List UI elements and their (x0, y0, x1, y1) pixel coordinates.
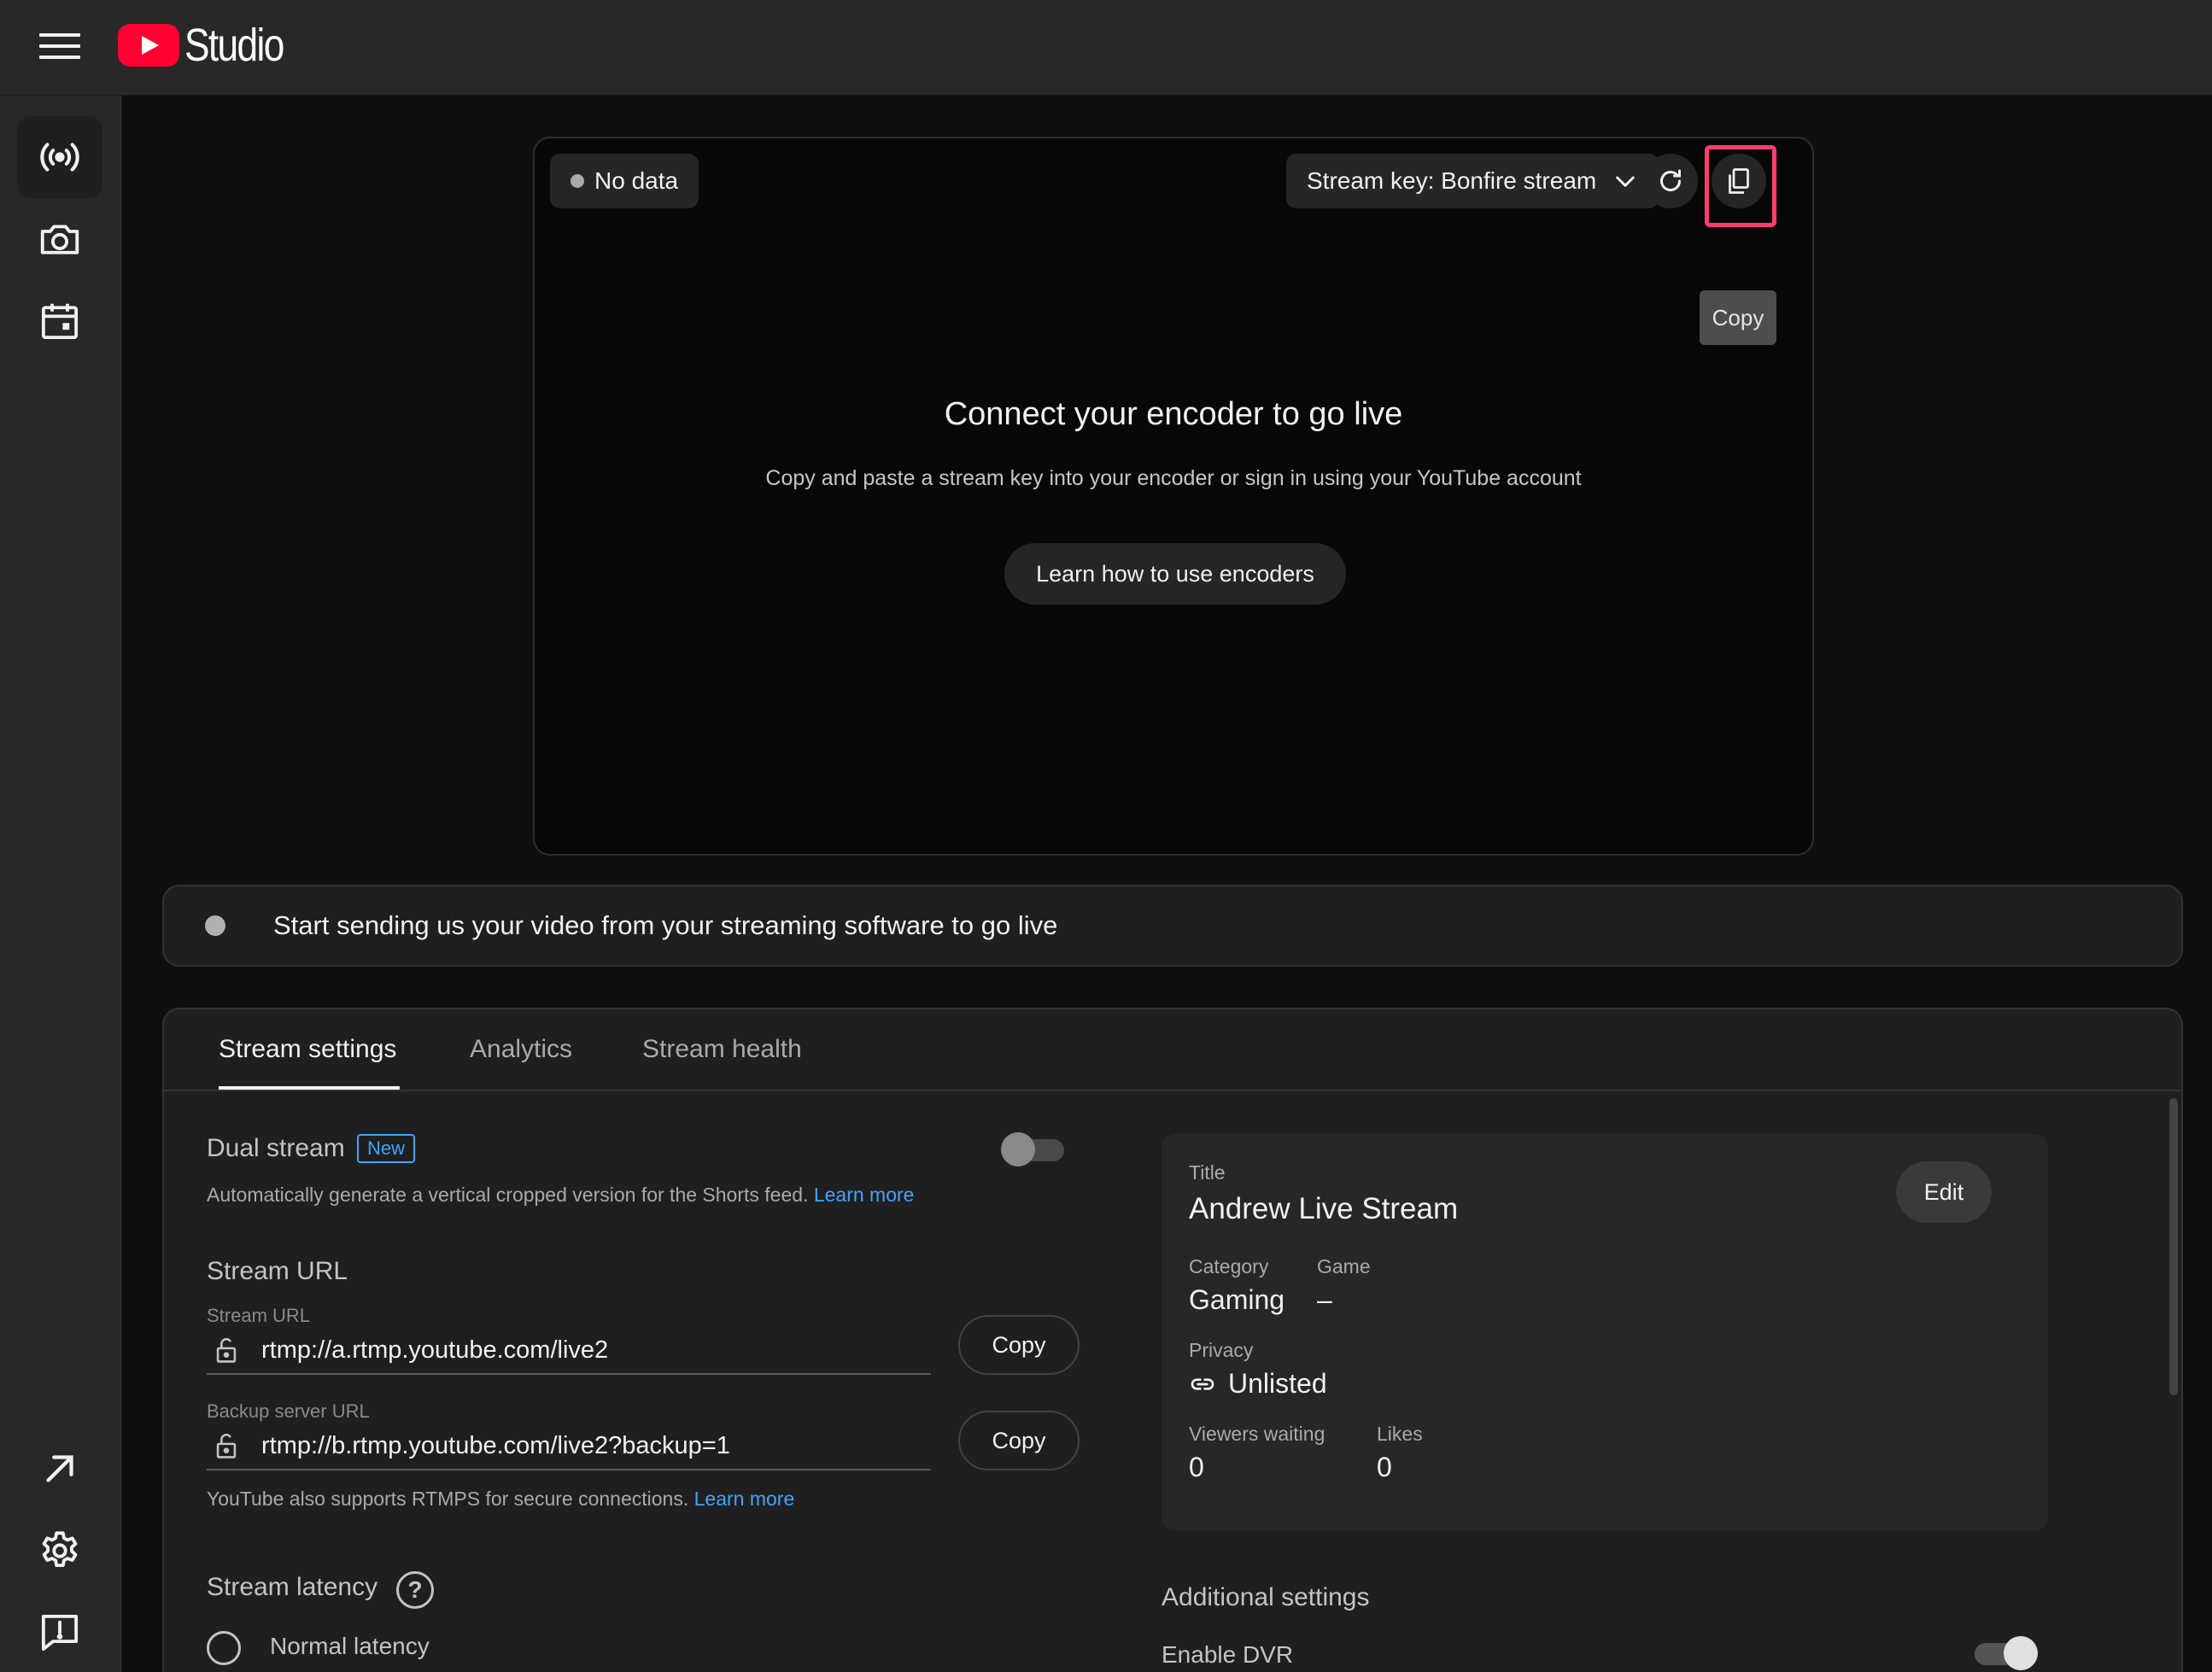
backup-url-value: rtmp://b.rtmp.youtube.com/live2?backup=1 (261, 1431, 730, 1459)
unlock-icon (216, 1337, 237, 1363)
stream-info-card: Title Andrew Live Stream Edit Category G… (1162, 1134, 2048, 1530)
calendar-icon (41, 303, 79, 340)
youtube-logo-icon (118, 24, 179, 67)
tab-stream-settings[interactable]: Stream settings (219, 1035, 396, 1064)
settings-tabs: Stream settings Analytics Stream health (164, 1009, 2181, 1091)
learn-encoders-button[interactable]: Learn how to use encoders (1004, 543, 1346, 605)
additional-settings-title: Additional settings (1162, 1583, 1370, 1611)
stream-url-value: rtmp://a.rtmp.youtube.com/live2 (261, 1336, 609, 1364)
status-badge-label: No data (594, 167, 679, 194)
refresh-icon (1660, 169, 1681, 191)
live-status-bar: Start sending us your video from your st… (162, 885, 2183, 967)
settings-scrollbar[interactable] (2169, 1098, 2178, 1395)
sidebar-schedule-button[interactable] (17, 280, 102, 362)
copy-stream-url-button[interactable]: Copy (958, 1315, 1080, 1375)
likes-label: Likes (1377, 1423, 1423, 1445)
dual-stream-learn-more-link[interactable]: Learn more (814, 1184, 915, 1206)
status-dot-icon (571, 174, 584, 188)
sidebar (0, 96, 121, 1672)
stream-key-label: Stream key: Bonfire stream (1307, 167, 1597, 194)
arrow-up-right-icon (46, 1455, 73, 1482)
settings-panel: Stream settings Analytics Stream health … (162, 1008, 2183, 1672)
status-indicator-icon (205, 915, 225, 936)
feedback-icon (41, 1614, 79, 1652)
sidebar-settings-button[interactable] (17, 1510, 102, 1592)
sidebar-webcam-button[interactable] (17, 198, 102, 280)
game-label: Game (1317, 1255, 1371, 1277)
stream-preview: No data Stream key: Bonfire stream Conne… (533, 137, 1814, 856)
menu-icon[interactable] (39, 26, 80, 67)
dvr-toggle-knob (2004, 1636, 2038, 1670)
latency-option-label: Normal latency (270, 1633, 430, 1659)
top-bar: Studio (0, 0, 2212, 96)
category-label: Category (1189, 1255, 1269, 1277)
refresh-button[interactable] (1643, 154, 1698, 208)
unlock-icon (216, 1433, 237, 1459)
sidebar-feedback-button[interactable] (17, 1592, 102, 1672)
camera-icon (40, 225, 79, 254)
main-content: No data Stream key: Bonfire stream Conne… (121, 96, 2212, 1672)
viewers-waiting-value: 0 (1189, 1452, 1204, 1482)
rtmps-learn-more-link[interactable]: Learn more (694, 1488, 795, 1510)
help-icon[interactable]: ? (396, 1571, 434, 1609)
copy-tooltip: Copy (1700, 290, 1776, 345)
game-value: – (1317, 1284, 1332, 1315)
stream-url-section-title: Stream URL (207, 1257, 348, 1285)
edit-button[interactable]: Edit (1896, 1161, 1992, 1223)
dual-stream-toggle[interactable] (1001, 1132, 1064, 1166)
logo-text: Studio (184, 20, 284, 71)
dvr-option-label: Enable DVR (1162, 1641, 1294, 1668)
latency-radio[interactable] (207, 1631, 241, 1665)
dvr-toggle[interactable] (1975, 1636, 2038, 1670)
backup-url-label: Backup server URL (207, 1400, 370, 1422)
sidebar-stream-button[interactable] (17, 116, 102, 198)
gear-icon (42, 1531, 78, 1568)
rtmps-note-text: YouTube also supports RTMPS for secure c… (207, 1488, 689, 1510)
broadcast-icon (40, 143, 79, 172)
chevron-down-icon (1616, 176, 1636, 187)
title-value: Andrew Live Stream (1189, 1192, 1459, 1225)
privacy-label: Privacy (1189, 1339, 1254, 1361)
privacy-value: Unlisted (1228, 1368, 1327, 1399)
tab-stream-health[interactable]: Stream health (642, 1035, 802, 1064)
status-badge: No data (550, 154, 699, 208)
active-tab-indicator (219, 1086, 400, 1090)
dual-stream-label: Dual stream (207, 1134, 345, 1162)
stream-url-field[interactable]: rtmp://a.rtmp.youtube.com/live2 (207, 1327, 931, 1375)
tab-analytics[interactable]: Analytics (470, 1035, 572, 1064)
privacy-row: Unlisted (1189, 1368, 1327, 1400)
viewers-waiting-label: Viewers waiting (1189, 1423, 1325, 1445)
copy-backup-url-button[interactable]: Copy (958, 1411, 1080, 1470)
likes-value: 0 (1377, 1452, 1392, 1482)
copy-button-highlight (1705, 145, 1776, 227)
new-badge: New (357, 1134, 416, 1163)
stream-latency-title: Stream latency (207, 1573, 378, 1601)
dual-stream-description-text: Automatically generate a vertical croppe… (207, 1184, 809, 1206)
title-label: Title (1189, 1161, 1226, 1184)
sidebar-external-button[interactable] (17, 1428, 102, 1510)
category-value: Gaming (1189, 1284, 1285, 1315)
studio-logo[interactable]: Studio (118, 19, 305, 72)
rtmps-note: YouTube also supports RTMPS for secure c… (207, 1488, 794, 1511)
stream-url-label: Stream URL (207, 1305, 311, 1326)
live-status-text: Start sending us your video from your st… (273, 910, 1058, 940)
backup-url-field[interactable]: rtmp://b.rtmp.youtube.com/live2?backup=1 (207, 1423, 931, 1470)
link-icon (1191, 1377, 1214, 1390)
connect-title: Connect your encoder to go live (944, 396, 1403, 432)
stream-key-dropdown[interactable]: Stream key: Bonfire stream (1286, 154, 1660, 208)
connect-subtitle: Copy and paste a stream key into your en… (765, 466, 1582, 490)
dual-stream-description: Automatically generate a vertical croppe… (207, 1184, 914, 1207)
